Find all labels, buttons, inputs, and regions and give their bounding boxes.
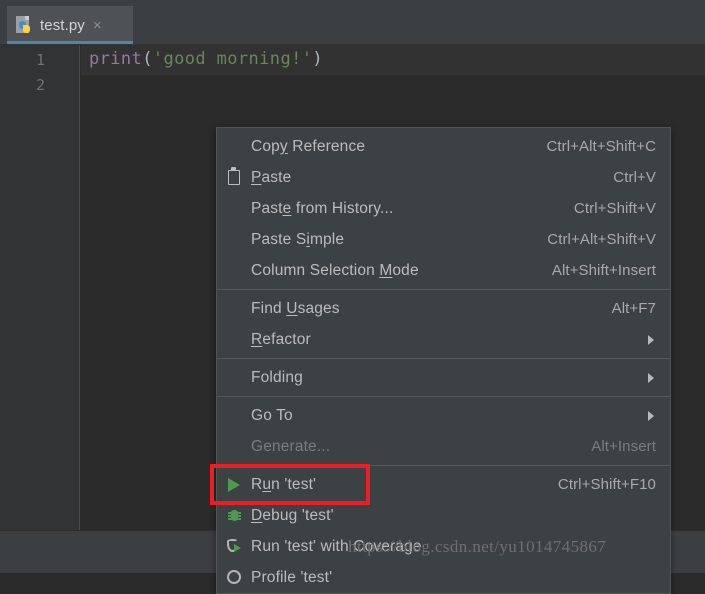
menu-item-shortcut: Ctrl+Shift+F10 — [557, 476, 656, 493]
menu-item-go-to[interactable]: Go To — [217, 400, 670, 431]
menu-separator — [217, 358, 670, 359]
menu-item-paste[interactable]: Paste Ctrl+V — [217, 162, 670, 193]
menu-item-label: Column Selection Mode — [251, 261, 419, 279]
code-token-open-paren: ( — [142, 49, 153, 69]
menu-separator — [217, 465, 670, 466]
menu-item-shortcut: Alt+Shift+Insert — [551, 262, 656, 279]
menu-item-label: Go To — [251, 406, 293, 424]
menu-item-label: Run 'test' with Coverage — [251, 537, 422, 555]
menu-item-find-usages[interactable]: Find Usages Alt+F7 — [217, 293, 670, 324]
menu-item-label: Paste from History... — [251, 199, 394, 217]
no-icon — [223, 230, 247, 250]
code-text: print('good morning!') — [89, 49, 323, 69]
menu-item-shortcut: Alt+Insert — [591, 438, 656, 455]
editor-tab-bar: test.py × — [0, 0, 705, 45]
menu-item-generate: Generate... Alt+Insert — [217, 431, 670, 462]
menu-item-label: Folding — [251, 368, 303, 386]
debug-bug-icon — [223, 506, 247, 526]
no-icon — [223, 368, 247, 388]
menu-item-paste-simple[interactable]: Paste Simple Ctrl+Alt+Shift+V — [217, 224, 670, 255]
code-token-string: 'good morning!' — [152, 49, 313, 69]
menu-item-column-selection-mode[interactable]: Column Selection Mode Alt+Shift+Insert — [217, 255, 670, 286]
menu-item-label: Paste Simple — [251, 230, 345, 248]
python-file-icon — [16, 16, 33, 34]
menu-item-run-test[interactable]: Run 'test' Ctrl+Shift+F10 — [217, 469, 670, 500]
menu-item-shortcut: Ctrl+Alt+Shift+V — [547, 231, 656, 248]
no-icon — [223, 406, 247, 426]
editor-context-menu[interactable]: Copy Reference Ctrl+Alt+Shift+C Paste Ct… — [216, 127, 671, 594]
menu-item-label: Paste — [251, 168, 292, 186]
menu-item-refactor[interactable]: Refactor — [217, 324, 670, 355]
line-number: 2 — [35, 76, 45, 94]
ide-window: test.py × 1 2 print('good morning!') Cop… — [0, 0, 705, 594]
menu-item-label: Debug 'test' — [251, 506, 334, 524]
menu-item-shortcut: Alt+F7 — [611, 300, 656, 317]
menu-item-profile-test[interactable]: Profile 'test' — [217, 562, 670, 593]
coverage-icon — [223, 537, 247, 557]
code-token-close-paren: ) — [312, 49, 323, 69]
menu-item-shortcut: Ctrl+V — [613, 169, 656, 186]
menu-item-label: Profile 'test' — [251, 568, 333, 586]
chevron-right-icon — [648, 334, 654, 345]
no-icon — [223, 437, 247, 457]
menu-item-run-test-with-coverage[interactable]: Run 'test' with Coverage — [217, 531, 670, 562]
code-line-row[interactable]: print('good morning!') — [81, 45, 705, 75]
tab-active-indicator — [7, 41, 133, 44]
chevron-right-icon — [648, 372, 654, 383]
no-icon — [223, 330, 247, 350]
menu-item-shortcut: Ctrl+Shift+V — [573, 200, 656, 217]
no-icon — [223, 199, 247, 219]
menu-item-folding[interactable]: Folding — [217, 362, 670, 393]
chevron-right-icon — [648, 410, 654, 421]
clipboard-icon — [223, 167, 247, 188]
no-icon — [223, 261, 247, 281]
menu-item-shortcut: Ctrl+Alt+Shift+C — [546, 138, 656, 155]
line-number: 1 — [35, 51, 45, 69]
close-icon[interactable]: × — [93, 18, 102, 33]
menu-item-debug-test[interactable]: Debug 'test' — [217, 500, 670, 531]
menu-separator — [217, 289, 670, 290]
menu-item-label: Copy Reference — [251, 137, 366, 155]
run-play-icon — [223, 475, 247, 495]
tab-test-py[interactable]: test.py × — [7, 6, 133, 44]
menu-item-label: Refactor — [251, 330, 311, 348]
no-icon — [223, 137, 247, 157]
profile-icon — [223, 568, 247, 588]
menu-item-label: Run 'test' — [251, 475, 317, 493]
code-token-function: print — [89, 49, 143, 69]
menu-item-copy-reference[interactable]: Copy Reference Ctrl+Alt+Shift+C — [217, 131, 670, 162]
menu-separator — [217, 396, 670, 397]
menu-item-label: Find Usages — [251, 299, 340, 317]
menu-item-paste-from-history[interactable]: Paste from History... Ctrl+Shift+V — [217, 193, 670, 224]
tab-label: test.py — [40, 16, 85, 34]
editor-gutter[interactable]: 1 2 — [0, 45, 80, 530]
no-icon — [223, 299, 247, 319]
menu-item-label: Generate... — [251, 437, 331, 455]
